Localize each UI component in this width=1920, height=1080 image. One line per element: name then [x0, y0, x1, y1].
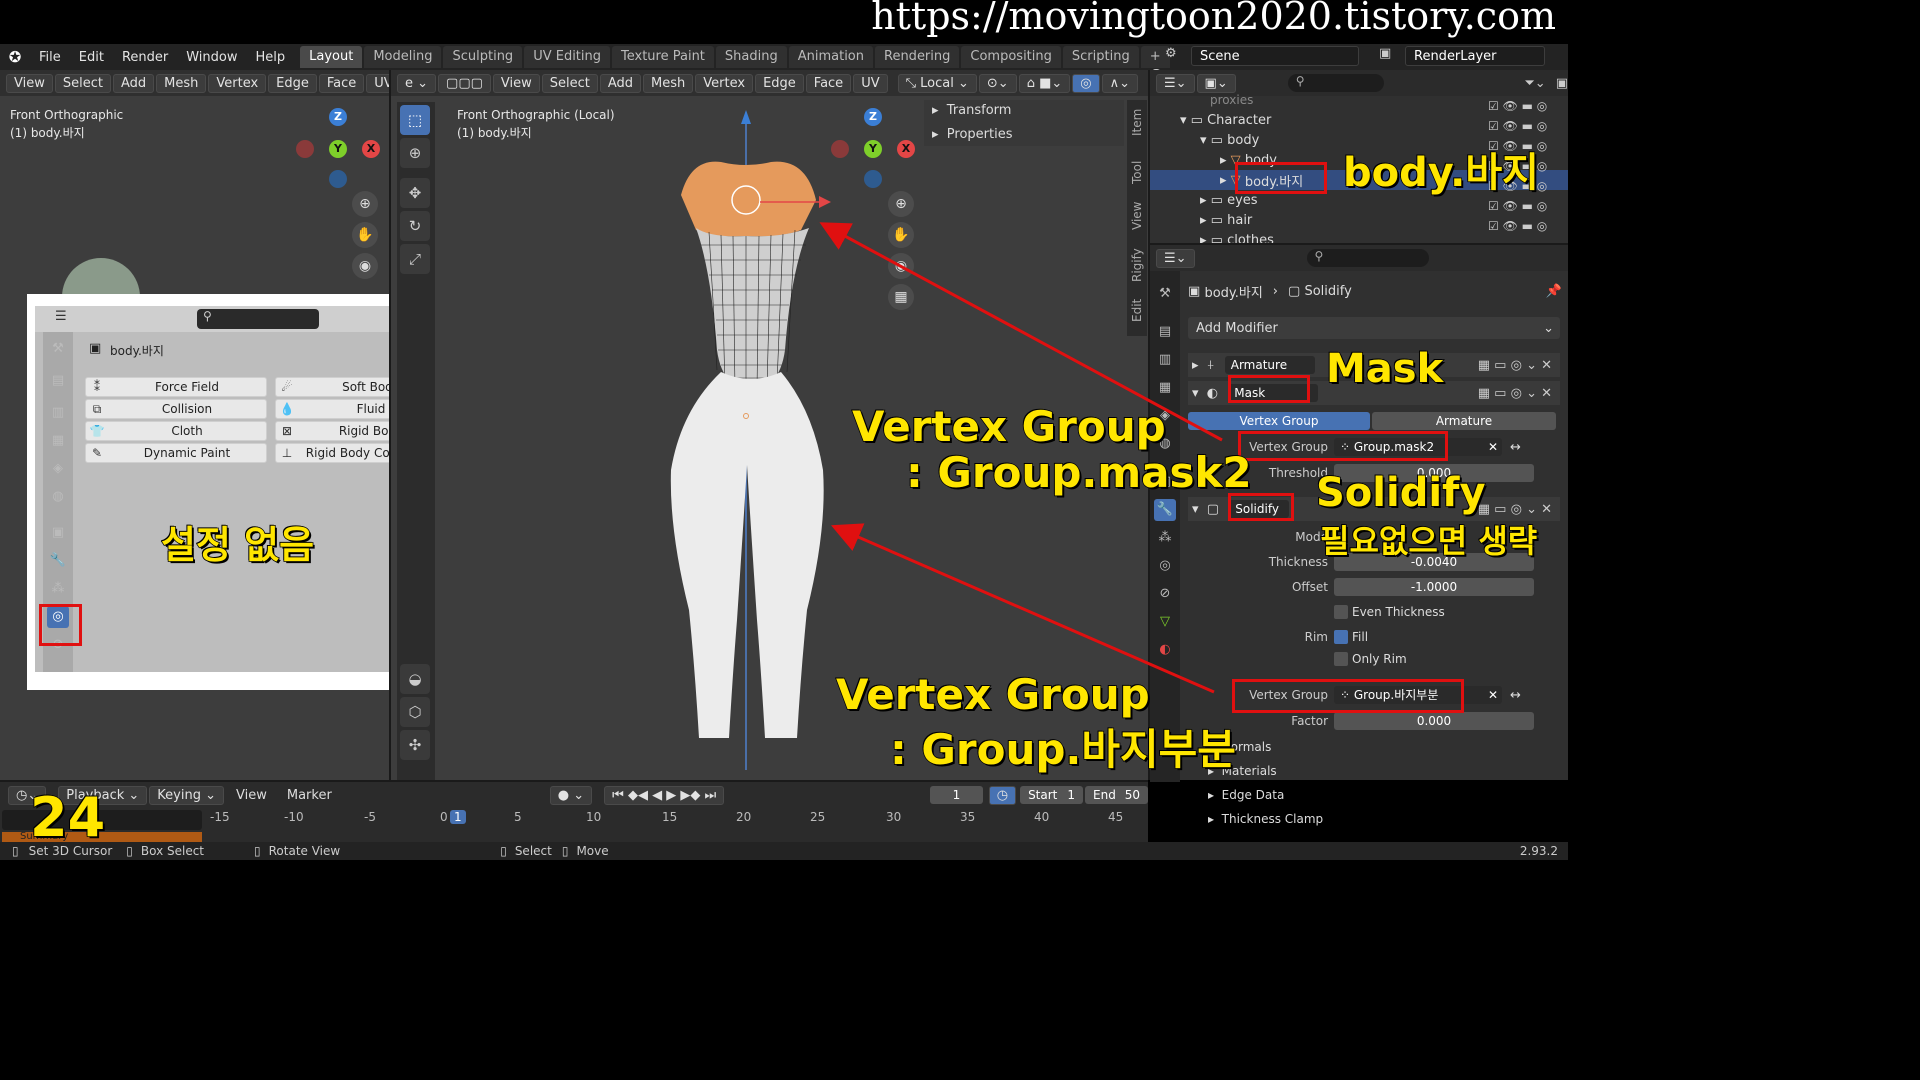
blender-version: 2.93.2 [1519, 844, 1558, 858]
mouse-left-icon: ▯ [12, 844, 19, 858]
status-bar: ▯ Set 3D Cursor ▯ Box Select ▯ Rotate Vi… [0, 842, 1568, 860]
status-rotate-view: Rotate View [268, 844, 341, 858]
annotation-solidify: Solidify [1315, 469, 1486, 517]
page-number: 24 [29, 785, 106, 850]
annotation-vg-pants-line2: : Group.바지부분 [889, 724, 1236, 775]
annotation-vg-mask-line1: Vertex Group [851, 401, 1166, 452]
annotation-mask: Mask [1325, 345, 1444, 393]
status-set-cursor: Set 3D Cursor [28, 844, 113, 858]
annotation-vg-mask-line2: : Group.mask2 [905, 447, 1252, 498]
start-frame-field[interactable]: Start 1 [1020, 786, 1084, 804]
timeline-header: ◷⌄ Playback ⌄ Keying ⌄ View Marker ● ⌄ ⏮… [0, 782, 1148, 808]
status-box-select: Box Select [140, 844, 205, 858]
pants-arrow [830, 523, 1215, 694]
timeline-view-menu[interactable]: View [236, 788, 267, 803]
status-move: Move [576, 844, 609, 858]
annotation-solidify-note: 필요없으면 생략 [1319, 521, 1538, 561]
mouse-left-icon-2: ▯ [500, 844, 507, 858]
playhead[interactable]: 1 [450, 810, 466, 824]
timeline-ruler[interactable]: -15 -10 -5 0 1 5 10 15 20 25 30 35 40 45 [204, 810, 1144, 830]
annotation-vg-pants-line1: Vertex Group [835, 669, 1150, 720]
annotation-body-pants: body.바지 [1342, 149, 1539, 197]
mouse-middle-icon: ▯ [254, 844, 261, 858]
keying-menu[interactable]: Keying ⌄ [149, 785, 224, 805]
mouse-right-icon: ▯ [126, 844, 133, 858]
current-frame-field[interactable]: 1 [930, 786, 983, 804]
preview-range-icon[interactable]: ◷ [988, 785, 1017, 805]
timeline: ◷⌄ Playback ⌄ Keying ⌄ View Marker ● ⌄ ⏮… [0, 780, 1148, 842]
annotation-arrows [819, 222, 1223, 694]
end-frame-field[interactable]: End 50 [1085, 786, 1148, 804]
status-select: Select [514, 844, 552, 858]
record-icon[interactable]: ● ⌄ [549, 785, 593, 805]
timeline-marker-menu[interactable]: Marker [287, 788, 332, 803]
mouse-right-icon-2: ▯ [561, 844, 569, 858]
playback-controls[interactable]: ⏮ ◆◀ ◀ ▶ ▶◆ ⏭ [604, 785, 725, 805]
